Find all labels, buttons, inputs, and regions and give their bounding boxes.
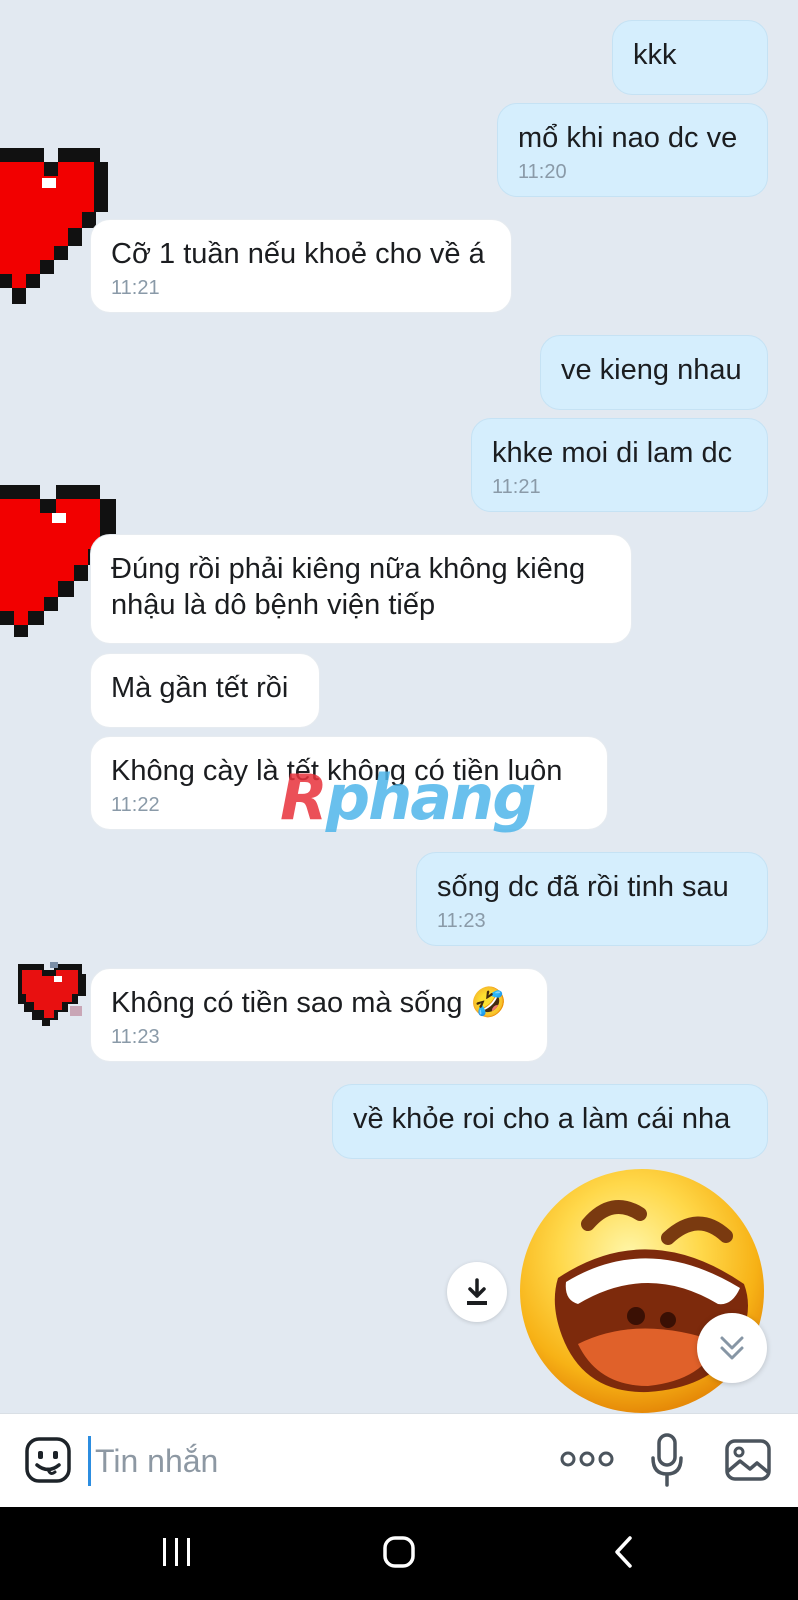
message-bubble-outgoing[interactable]: sống dc đã rồi tinh sau 11:23	[416, 852, 768, 946]
message-composer: Tin nhắn	[0, 1413, 798, 1507]
home-button[interactable]	[382, 1535, 416, 1574]
recent-apps-button[interactable]	[160, 1536, 194, 1573]
message-text: khke moi di lam dc	[492, 437, 733, 469]
message-input[interactable]: Tin nhắn	[88, 1436, 528, 1486]
watermark-first-letter: R	[280, 761, 328, 834]
download-icon	[467, 1278, 487, 1305]
back-icon	[615, 1536, 632, 1568]
message-bubble-incoming[interactable]: Mà gần tết rồi	[90, 653, 320, 728]
message-bubble-incoming[interactable]: Đúng rồi phải kiêng nữa không kiêng nhậu…	[90, 534, 632, 644]
message-text: kkk	[633, 39, 677, 71]
message-bubble-outgoing[interactable]: mổ khi nao dc ve 11:20	[497, 103, 768, 197]
contact-avatar[interactable]	[14, 960, 86, 1026]
message-bubble-incoming[interactable]: Không có tiền sao mà sống 🤣 11:23	[90, 968, 548, 1062]
back-button[interactable]	[612, 1535, 634, 1574]
system-navigation-bar	[0, 1507, 798, 1600]
message-bubble-outgoing[interactable]: ve kieng nhau	[540, 335, 768, 410]
watermark-rest: phang	[325, 761, 537, 834]
message-text: Không có tiền sao mà sống 🤣	[111, 987, 507, 1019]
microphone-icon	[651, 1433, 683, 1487]
message-text: mổ khi nao dc ve	[518, 122, 738, 154]
message-text: sống dc đã rồi tinh sau	[437, 871, 729, 903]
emoji-face-icon	[25, 1437, 71, 1483]
message-text: Cỡ 1 tuần nếu khoẻ cho về á	[111, 238, 485, 270]
message-text: ve kieng nhau	[561, 354, 742, 386]
more-dots-icon	[560, 1451, 614, 1467]
message-bubble-outgoing[interactable]: khke moi di lam dc 11:21	[471, 418, 768, 512]
message-text: Mà gần tết rồi	[111, 672, 289, 704]
scroll-down-button[interactable]	[697, 1313, 767, 1383]
message-time: 11:21	[111, 277, 160, 299]
double-chevron-down-icon	[720, 1336, 744, 1360]
recent-apps-icon	[163, 1538, 190, 1566]
pixel-heart-icon	[18, 962, 86, 1026]
image-button[interactable]	[724, 1438, 772, 1487]
message-time: 11:23	[437, 910, 486, 932]
message-time: 11:23	[111, 1026, 160, 1048]
message-time: 11:20	[518, 161, 567, 183]
home-icon	[383, 1536, 415, 1568]
image-icon	[725, 1439, 771, 1481]
message-text: về khỏe roi cho a làm cái nha	[353, 1103, 731, 1135]
message-bubble-outgoing[interactable]: kkk	[612, 20, 768, 95]
download-button[interactable]	[447, 1262, 507, 1322]
watermark-logo: Rphang	[280, 766, 537, 830]
message-bubble-incoming[interactable]: Cỡ 1 tuần nếu khoẻ cho về á 11:21	[90, 219, 512, 313]
chat-area[interactable]: kkk mổ khi nao dc ve 11:20 Cỡ 1 tuần nếu…	[0, 0, 798, 1413]
emoji-button[interactable]	[24, 1436, 72, 1489]
more-options-button[interactable]	[560, 1448, 614, 1475]
message-bubble-outgoing[interactable]: về khỏe roi cho a làm cái nha	[332, 1084, 768, 1159]
voice-button[interactable]	[650, 1432, 684, 1493]
message-text: Đúng rồi phải kiêng nữa không kiêng nhậu…	[111, 553, 586, 621]
message-time: 11:21	[492, 476, 541, 498]
